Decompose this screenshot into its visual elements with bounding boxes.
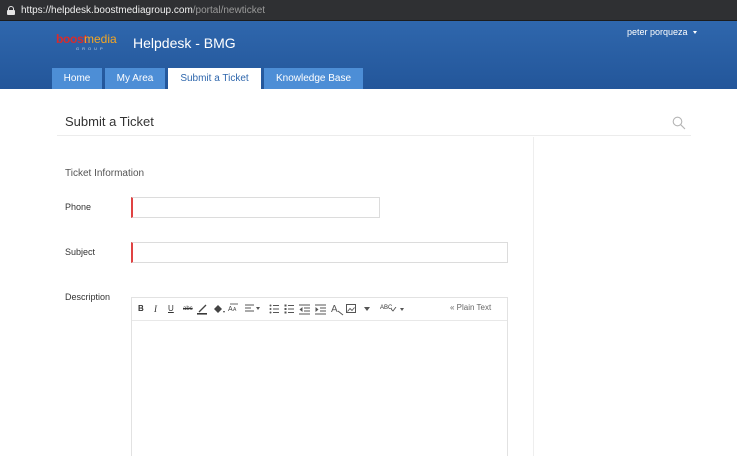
phone-label: Phone xyxy=(65,202,92,212)
numbered-list-icon[interactable] xyxy=(284,303,294,315)
logo-boost-text: boost xyxy=(56,32,88,46)
image-icon[interactable] xyxy=(346,304,356,314)
title-divider xyxy=(57,135,691,136)
editor-toolbar: B I U abc A A A ABC « Plain Text xyxy=(132,298,507,321)
user-menu[interactable]: peter porqueza xyxy=(627,27,697,37)
svg-text:A: A xyxy=(331,304,338,315)
indent-icon[interactable] xyxy=(315,303,326,315)
description-editor-body[interactable] xyxy=(132,322,507,457)
tab-submit-ticket[interactable]: Submit a Ticket xyxy=(168,68,261,89)
bold-button[interactable]: B xyxy=(138,303,144,315)
caret-down-icon xyxy=(692,30,697,34)
browser-address-bar[interactable]: https://helpdesk.boostmediagroup.com/por… xyxy=(0,0,737,21)
tab-home[interactable]: Home xyxy=(52,68,102,89)
subject-label: Subject xyxy=(65,247,96,257)
align-icon[interactable] xyxy=(244,303,262,315)
strikethrough-button[interactable]: abc xyxy=(183,303,193,315)
description-editor: B I U abc A A A ABC « Plain Text xyxy=(131,297,508,456)
italic-button[interactable]: I xyxy=(154,303,157,315)
section-title-ticket-information: Ticket Information xyxy=(65,168,145,179)
outdent-icon[interactable] xyxy=(299,303,310,315)
dropdown-icon[interactable] xyxy=(364,307,370,312)
lock-icon xyxy=(7,5,15,15)
search-icon[interactable] xyxy=(672,116,686,130)
svg-text:A: A xyxy=(233,307,237,313)
highlight-icon[interactable] xyxy=(212,303,226,315)
font-size-icon[interactable]: A A xyxy=(228,302,240,314)
underline-button[interactable]: U xyxy=(168,303,174,315)
phone-input[interactable] xyxy=(131,197,380,218)
url-host: https://helpdesk.boostmediagroup.com xyxy=(21,4,193,16)
text-color-icon[interactable] xyxy=(196,303,208,315)
user-name: peter porqueza xyxy=(627,27,688,37)
logo-group-text: GROUP xyxy=(76,46,106,51)
description-label: Description xyxy=(65,292,111,302)
tab-my-area[interactable]: My Area xyxy=(105,68,165,89)
spell-check-icon xyxy=(391,307,404,312)
page-title: Submit a Ticket xyxy=(65,114,154,129)
tab-knowledge-base[interactable]: Knowledge Base xyxy=(264,68,363,89)
subject-input[interactable] xyxy=(131,242,508,263)
site-header: boost media GROUP Helpdesk - BMG peter p… xyxy=(0,21,737,89)
plain-text-toggle[interactable]: « Plain Text xyxy=(450,303,491,312)
bullet-list-icon[interactable] xyxy=(269,303,279,315)
logo-media-text: media xyxy=(84,32,117,46)
main-nav-tabs: Home My Area Submit a Ticket Knowledge B… xyxy=(52,68,366,89)
helpdesk-title: Helpdesk - BMG xyxy=(133,35,236,51)
url-path: /portal/newticket xyxy=(192,4,266,16)
sidebar-divider xyxy=(533,137,534,456)
boost-media-logo[interactable]: boost media GROUP xyxy=(56,32,117,52)
clear-format-icon[interactable]: A xyxy=(331,302,344,316)
